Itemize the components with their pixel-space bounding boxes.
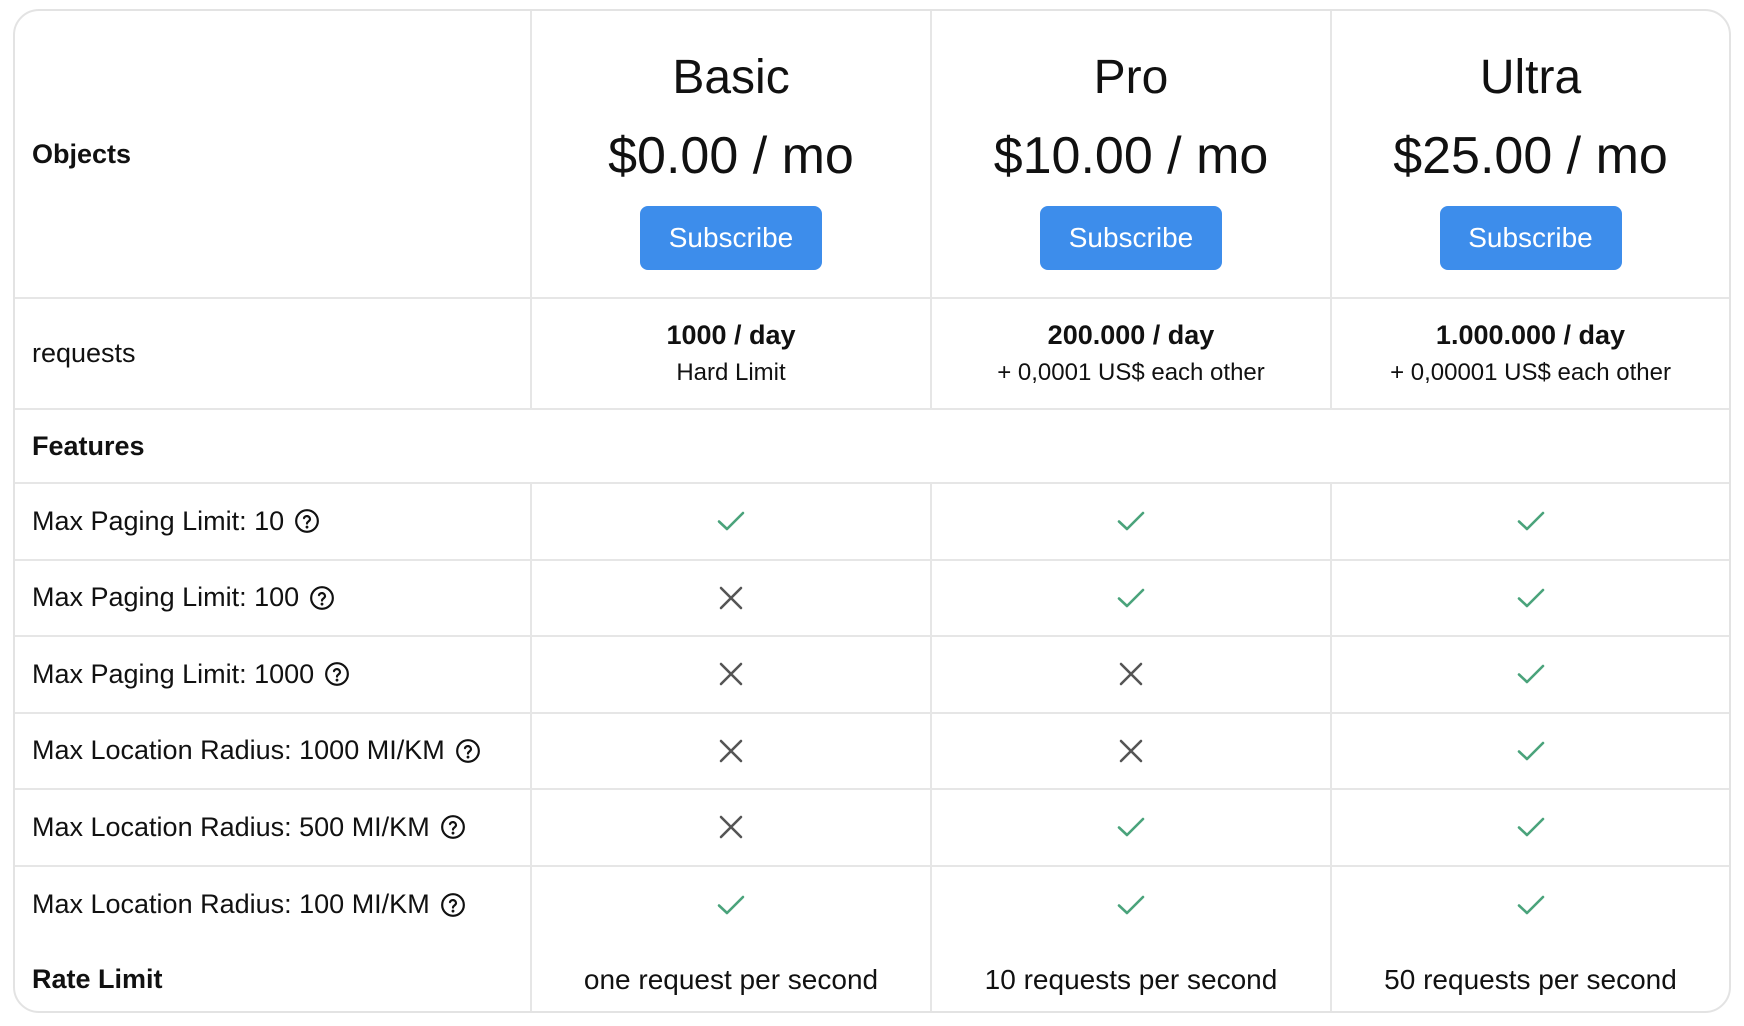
plan-name: Ultra	[1479, 51, 1582, 104]
check-icon	[1116, 890, 1146, 920]
check-icon	[716, 890, 746, 920]
feature-row: Max Location Radius: 1000 MI/KM	[15, 713, 1729, 790]
feature-pro-cell	[932, 637, 1332, 712]
cross-icon	[716, 812, 746, 842]
help-icon[interactable]	[440, 892, 466, 918]
feature-label: Max Location Radius: 100 MI/KM	[32, 889, 430, 920]
feature-pro-cell	[932, 790, 1332, 865]
check-icon	[1116, 583, 1146, 613]
check-icon	[1516, 736, 1546, 766]
subscribe-button-pro[interactable]: Subscribe	[1040, 206, 1222, 270]
feature-ultra-cell	[1332, 790, 1729, 865]
feature-row: Max Location Radius: 100 MI/KM	[15, 866, 1729, 944]
check-icon	[1116, 812, 1146, 842]
subscribe-button-basic[interactable]: Subscribe	[640, 206, 822, 270]
feature-pro-cell	[932, 484, 1332, 559]
pricing-table: Objects Basic $0.00 / mo Subscribe Pro $…	[13, 9, 1731, 1013]
feature-row: Max Location Radius: 500 MI/KM	[15, 790, 1729, 867]
feature-label-cell: Max Paging Limit: 1000	[15, 637, 532, 712]
requests-overage: Hard Limit	[676, 359, 786, 386]
feature-pro-cell	[932, 713, 1332, 788]
plan-pro: Pro $10.00 / mo Subscribe	[932, 11, 1332, 297]
check-icon	[1516, 659, 1546, 689]
rate-limit-basic: one request per second	[532, 943, 932, 1011]
requests-basic: 1000 / day Hard Limit	[532, 299, 932, 408]
feature-ultra-cell	[1332, 484, 1729, 559]
plans-header-row: Objects Basic $0.00 / mo Subscribe Pro $…	[15, 11, 1729, 299]
objects-label: Objects	[15, 11, 532, 297]
feature-label: Max Paging Limit: 100	[32, 582, 300, 613]
requests-ultra: 1.000.000 / day + 0,00001 US$ each other	[1332, 299, 1729, 408]
cross-icon	[716, 659, 746, 689]
help-icon[interactable]	[455, 738, 481, 764]
cross-icon	[716, 583, 746, 613]
feature-pro-cell	[932, 560, 1332, 635]
features-section-row: Features	[15, 410, 1729, 484]
requests-row: requests 1000 / day Hard Limit 200.000 /…	[15, 299, 1729, 410]
feature-row: Max Paging Limit: 1000	[15, 637, 1729, 714]
check-icon	[1516, 583, 1546, 613]
help-icon[interactable]	[324, 661, 350, 687]
feature-basic-cell	[532, 790, 932, 865]
help-icon[interactable]	[294, 508, 320, 534]
plan-price: $10.00 / mo	[993, 127, 1269, 185]
plan-price: $25.00 / mo	[1393, 127, 1668, 185]
requests-label: requests	[15, 299, 532, 408]
requests-overage: + 0,00001 US$ each other	[1390, 359, 1671, 386]
requests-quota: 1000 / day	[666, 320, 796, 350]
feature-label-cell: Max Location Radius: 500 MI/KM	[15, 790, 532, 865]
requests-quota: 1.000.000 / day	[1435, 320, 1626, 350]
feature-row: Max Paging Limit: 100	[15, 560, 1729, 637]
feature-basic-cell	[532, 484, 932, 559]
feature-rows: Max Paging Limit: 10 Max Paging Limit: 10…	[15, 484, 1729, 943]
plan-name: Basic	[672, 51, 790, 104]
feature-label: Max Paging Limit: 1000	[32, 658, 315, 689]
rate-limit-pro: 10 requests per second	[932, 943, 1332, 1011]
feature-label-cell: Max Paging Limit: 100	[15, 560, 532, 635]
check-icon	[1116, 506, 1146, 536]
feature-label-cell: Max Paging Limit: 10	[15, 484, 532, 559]
feature-ultra-cell	[1332, 867, 1729, 944]
feature-row: Max Paging Limit: 10	[15, 484, 1729, 561]
feature-label-cell: Max Location Radius: 100 MI/KM	[15, 866, 532, 943]
check-icon	[1516, 812, 1546, 842]
feature-label: Max Paging Limit: 10	[32, 505, 285, 536]
feature-label: Max Location Radius: 1000 MI/KM	[32, 735, 445, 766]
requests-overage: + 0,0001 US$ each other	[997, 359, 1265, 386]
cross-icon	[716, 736, 746, 766]
help-icon[interactable]	[440, 814, 466, 840]
feature-basic-cell	[532, 637, 932, 712]
check-icon	[1516, 890, 1546, 920]
requests-quota: 200.000 / day	[1047, 320, 1215, 350]
feature-basic-cell	[532, 560, 932, 635]
feature-basic-cell	[532, 713, 932, 788]
plan-ultra: Ultra $25.00 / mo Subscribe	[1332, 11, 1729, 297]
subscribe-button-ultra[interactable]: Subscribe	[1439, 206, 1622, 270]
check-icon	[1516, 506, 1546, 536]
features-section-label: Features	[32, 430, 145, 461]
rate-limit-label: Rate Limit	[15, 943, 532, 1011]
plan-price: $0.00 / mo	[608, 127, 854, 185]
feature-label-cell: Max Location Radius: 1000 MI/KM	[15, 713, 532, 788]
feature-basic-cell	[532, 866, 932, 943]
help-icon[interactable]	[309, 585, 335, 611]
feature-ultra-cell	[1332, 637, 1729, 712]
feature-pro-cell	[932, 866, 1332, 943]
check-icon	[716, 506, 746, 536]
plan-name: Pro	[1093, 51, 1169, 104]
rate-limit-row: Rate Limit one request per second 10 req…	[15, 943, 1729, 1011]
feature-ultra-cell	[1332, 714, 1729, 789]
cross-icon	[1116, 736, 1146, 766]
cross-icon	[1116, 659, 1146, 689]
feature-ultra-cell	[1332, 561, 1729, 636]
rate-limit-ultra: 50 requests per second	[1384, 963, 1677, 995]
requests-pro: 200.000 / day + 0,0001 US$ each other	[932, 299, 1332, 408]
feature-label: Max Location Radius: 500 MI/KM	[32, 811, 430, 842]
plan-basic: Basic $0.00 / mo Subscribe	[532, 11, 932, 297]
